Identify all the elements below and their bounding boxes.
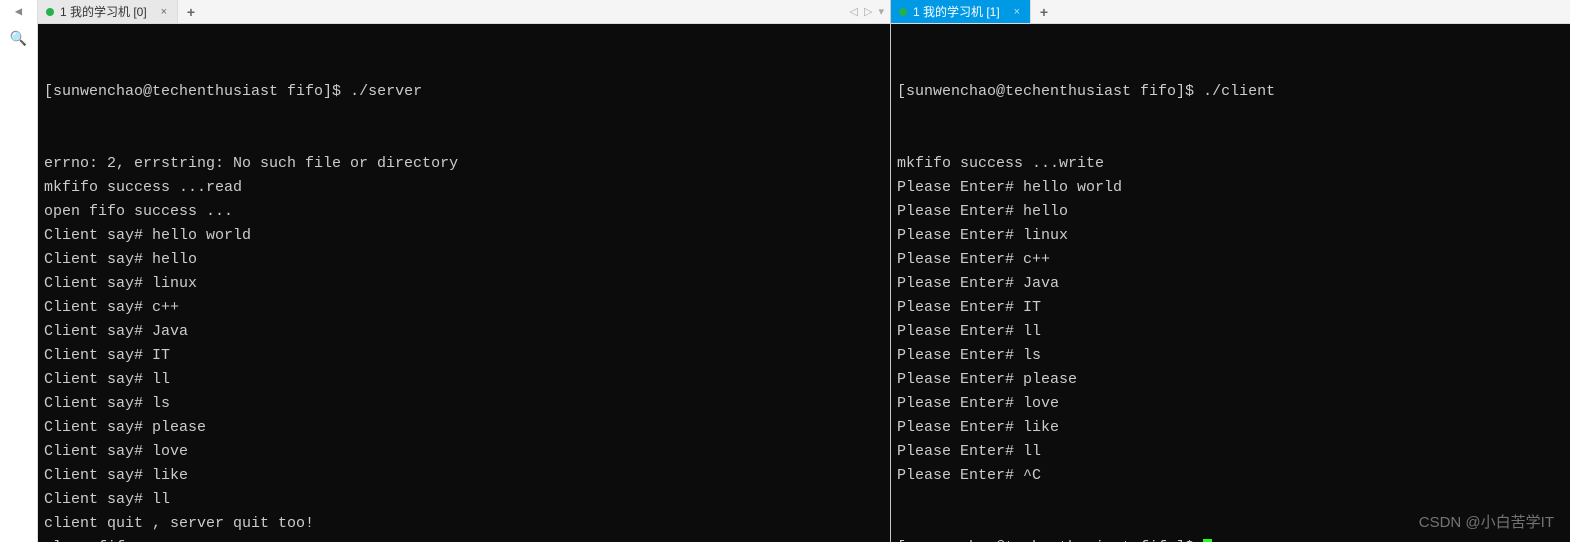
terminal-right[interactable]: [sunwenchao@techenthusiast fifo]$ ./clie… <box>891 24 1570 542</box>
tab-menu-icon[interactable]: ▾ <box>878 5 884 18</box>
tabbar-right: 1 我的学习机 [1] × + <box>891 0 1570 24</box>
terminal-line: Client say# c++ <box>44 296 884 320</box>
status-dot-icon <box>899 8 907 16</box>
terminal-line: Please Enter# love <box>897 392 1564 416</box>
terminal-line: Please Enter# c++ <box>897 248 1564 272</box>
tabbar-left: 1 我的学习机 [0] × + ◁ ▷ ▾ <box>38 0 890 24</box>
terminal-line: Please Enter# IT <box>897 296 1564 320</box>
terminal-line: Please Enter# like <box>897 416 1564 440</box>
terminal-line: client quit , server quit too! <box>44 512 884 536</box>
command-text: ./client <box>1203 83 1275 100</box>
shell-prompt: [sunwenchao@techenthusiast fifo]$ <box>897 83 1203 100</box>
tab-nav-left: ◁ ▷ ▾ <box>850 0 890 23</box>
terminal-line: Client say# Java <box>44 320 884 344</box>
terminal-line: Client say# ll <box>44 368 884 392</box>
terminal-line: Client say# please <box>44 416 884 440</box>
shell-prompt: [sunwenchao@techenthusiast fifo]$ <box>44 83 350 100</box>
terminal-line: Client say# IT <box>44 344 884 368</box>
terminal-line: Client say# linux <box>44 272 884 296</box>
collapse-arrow-icon[interactable]: ◀ <box>15 4 22 19</box>
terminal-line: Please Enter# hello <box>897 200 1564 224</box>
terminal-line: Please Enter# ll <box>897 320 1564 344</box>
terminal-line: Client say# like <box>44 464 884 488</box>
terminal-line: Please Enter# ls <box>897 344 1564 368</box>
left-side-strip: ◀ 🔍 <box>0 0 38 542</box>
terminal-line: Please Enter# please <box>897 368 1564 392</box>
terminal-line: [sunwenchao@techenthusiast fifo]$ ./serv… <box>44 80 884 104</box>
command-text: ./server <box>350 83 422 100</box>
tab-session-0[interactable]: 1 我的学习机 [0] × <box>38 0 178 23</box>
tab-prev-icon[interactable]: ◁ <box>850 5 858 18</box>
terminal-line: Please Enter# linux <box>897 224 1564 248</box>
search-icon[interactable]: 🔍 <box>10 31 27 48</box>
terminal-line: Please Enter# Java <box>897 272 1564 296</box>
terminal-line: Client say# ll <box>44 488 884 512</box>
terminal-line: open fifo success ... <box>44 200 884 224</box>
add-tab-button[interactable]: + <box>1031 0 1057 23</box>
terminal-line: [sunwenchao@techenthusiast fifo]$ <box>897 536 1564 542</box>
terminal-line: errno: 2, errstring: No such file or dir… <box>44 152 884 176</box>
terminal-line: Please Enter# ll <box>897 440 1564 464</box>
tab-next-icon[interactable]: ▷ <box>864 5 872 18</box>
tab-title: 1 我的学习机 [1] <box>913 3 1000 20</box>
tab-session-1[interactable]: 1 我的学习机 [1] × <box>891 0 1031 23</box>
terminal-pane-left: 1 我的学习机 [0] × + ◁ ▷ ▾ [sunwenchao@techen… <box>38 0 890 542</box>
close-icon[interactable]: × <box>161 6 167 18</box>
terminal-line: mkfifo success ...write <box>897 152 1564 176</box>
terminal-pane-right: 1 我的学习机 [1] × + [sunwenchao@techenthusia… <box>890 0 1570 542</box>
terminal-line: close fifo success ... <box>44 536 884 542</box>
terminal-line: Please Enter# ^C <box>897 464 1564 488</box>
terminal-line: mkfifo success ...read <box>44 176 884 200</box>
terminal-line: [sunwenchao@techenthusiast fifo]$ ./clie… <box>897 80 1564 104</box>
terminal-line: Client say# love <box>44 440 884 464</box>
terminal-left[interactable]: [sunwenchao@techenthusiast fifo]$ ./serv… <box>38 24 890 542</box>
terminal-line: Client say# ls <box>44 392 884 416</box>
terminal-line: Client say# hello world <box>44 224 884 248</box>
terminal-line: Please Enter# hello world <box>897 176 1564 200</box>
tab-title: 1 我的学习机 [0] <box>60 3 147 20</box>
close-icon[interactable]: × <box>1014 6 1020 18</box>
terminal-line: Client say# hello <box>44 248 884 272</box>
add-tab-button[interactable]: + <box>178 0 204 23</box>
status-dot-icon <box>46 8 54 16</box>
